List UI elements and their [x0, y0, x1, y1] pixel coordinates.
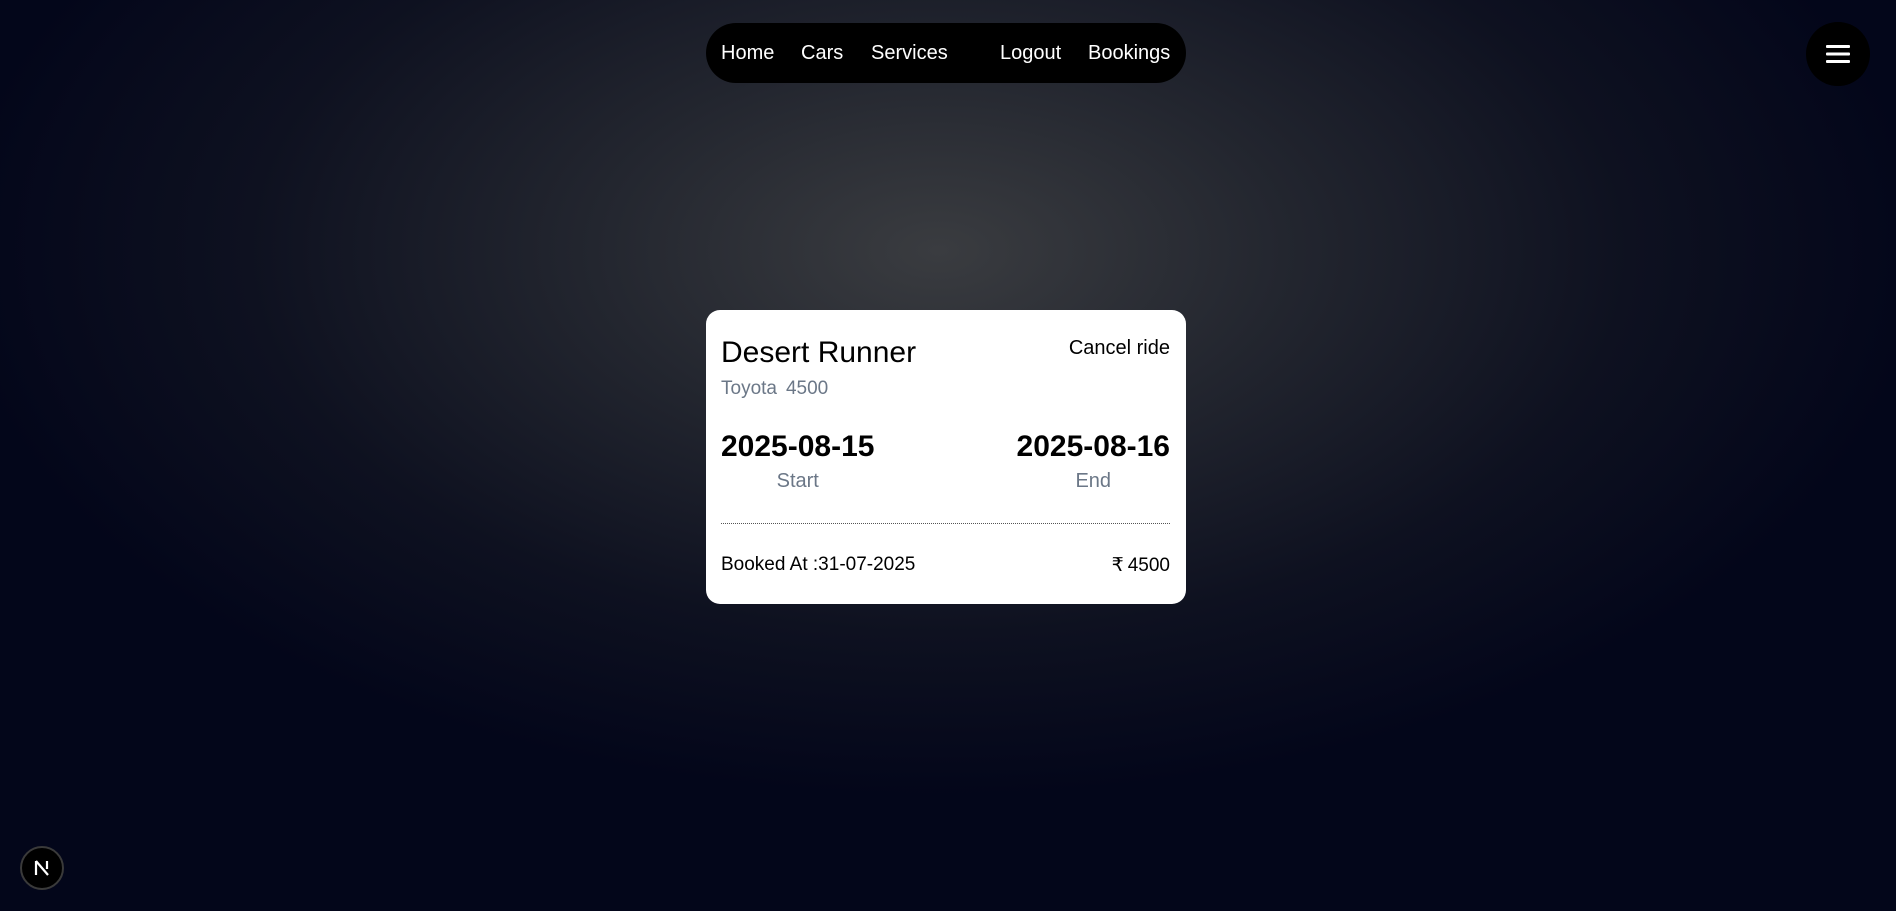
end-date-block: 2025-08-16 End — [1017, 430, 1170, 493]
booking-price: ₹4500 — [1112, 554, 1170, 577]
nav-link-logout[interactable]: Logout — [1000, 23, 1061, 83]
booking-card: Desert Runner Toyota 4500 Cancel ride 202… — [706, 310, 1186, 604]
rupee-symbol: ₹ — [1111, 555, 1124, 576]
nextjs-dev-badge[interactable] — [20, 846, 64, 890]
end-date: 2025-08-16 — [1016, 430, 1170, 463]
car-details: Toyota 4500 — [721, 378, 828, 400]
hamburger-menu-icon — [1826, 45, 1850, 63]
car-model: 4500 — [785, 378, 829, 399]
nav-link-services[interactable]: Services — [871, 23, 948, 83]
car-name: Desert Runner — [721, 336, 917, 369]
booked-at: Booked At :31-07-2025 — [721, 554, 916, 575]
nav-link-cars[interactable]: Cars — [801, 23, 843, 83]
end-label: End — [1075, 470, 1112, 492]
menu-button[interactable] — [1806, 22, 1870, 86]
nav-link-bookings[interactable]: Bookings — [1088, 23, 1170, 83]
start-label: Start — [776, 470, 819, 492]
top-navbar: Home Cars Services Logout Bookings — [706, 23, 1186, 83]
start-date: 2025-08-15 — [721, 430, 875, 463]
card-divider — [721, 523, 1170, 524]
nav-link-home[interactable]: Home — [721, 23, 774, 83]
cancel-ride-button[interactable]: Cancel ride — [1069, 337, 1170, 360]
price-value: 4500 — [1127, 555, 1170, 576]
start-date-block: 2025-08-15 Start — [721, 430, 874, 493]
nextjs-logo-icon — [34, 860, 49, 876]
car-brand: Toyota — [721, 378, 777, 399]
